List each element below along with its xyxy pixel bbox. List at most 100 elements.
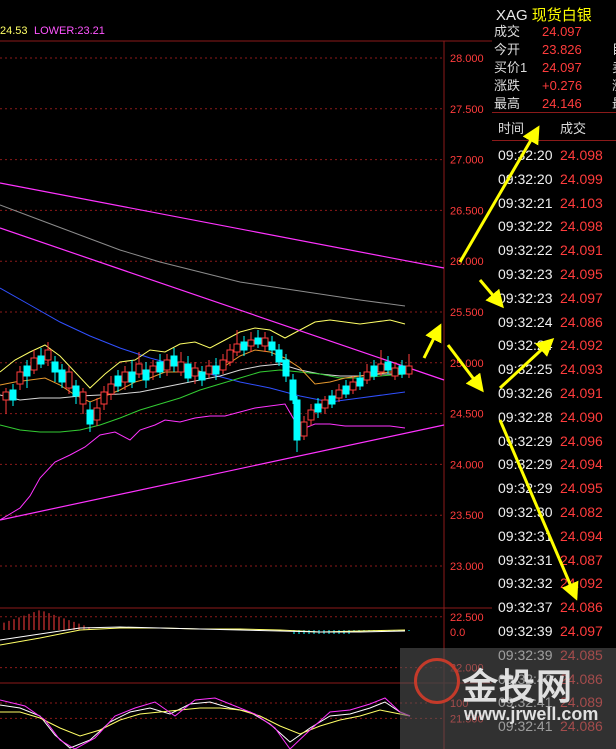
quote-row: 涨跌 +0.276 涨 — [494, 78, 616, 94]
candle-body — [93, 407, 101, 421]
quote-extra: 涨 — [612, 78, 616, 94]
watermark-url: www.jrwell.com — [464, 704, 599, 724]
candle-body — [384, 361, 392, 371]
tick-row[interactable]: 09:32:22 24.091 — [498, 238, 603, 262]
price-axis-labels: 28.000 27.500 27.000 26.500 26.000 25.500 25.0… — [450, 53, 484, 725]
price-axis-label: 28.000 — [450, 53, 484, 65]
tick-row[interactable]: 09:32:23 24.097 — [498, 286, 603, 310]
tick-time: 09:32:30 — [498, 504, 553, 520]
candle-body — [58, 369, 66, 383]
tick-price: 24.082 — [560, 504, 603, 520]
candle-body — [356, 377, 364, 387]
candle-body — [72, 385, 80, 397]
tick-price: 24.094 — [560, 527, 603, 544]
kdj-d-line — [0, 707, 411, 737]
tick-row[interactable]: 09:32:20 24.099 — [498, 167, 603, 191]
candle-body — [335, 389, 343, 399]
candle-body — [282, 359, 290, 377]
tick-row[interactable]: 09:32:32 24.092 — [498, 571, 603, 595]
tick-row[interactable]: 09:32:25 24.093 — [498, 357, 603, 381]
candlestick-chart[interactable]: 24.53 LOWER:23.21 28.000 27.500 27.000 26.5… — [0, 0, 492, 749]
tick-time: 09:32:29 — [498, 456, 553, 473]
price-axis-label: 25.500 — [450, 307, 484, 319]
candle-body — [198, 371, 206, 381]
quote-label: 今开 — [494, 42, 521, 57]
candle-body — [233, 343, 241, 353]
tick-price: 24.091 — [560, 242, 603, 259]
tick-row[interactable]: 09:32:26 24.091 — [498, 381, 603, 405]
quote-panel: XAG现货白银 成交 24.097 今开 23.826 目买价1 24.097 卖涨跌 +0.… — [492, 0, 616, 749]
ma-long-line — [0, 204, 406, 307]
candle-body — [391, 367, 399, 377]
quote-value: 24.097 — [542, 60, 582, 75]
quote-value: 24.146 — [542, 96, 582, 111]
candle-body — [149, 365, 157, 373]
quote-label: 成交 — [494, 24, 521, 39]
quote-value: 24.097 — [542, 24, 582, 39]
candle-body — [2, 391, 10, 401]
tick-price: 24.092 — [560, 575, 603, 592]
candle-body — [16, 371, 24, 385]
price-axis-label: 26.500 — [450, 205, 484, 217]
tick-time: 09:32:24 — [498, 337, 553, 354]
tick-row[interactable]: 09:32:21 24.103 — [498, 191, 603, 215]
tick-time: 09:32:37 — [498, 599, 553, 616]
tick-price: 24.098 — [560, 218, 603, 235]
tick-row[interactable]: 09:32:30 24.082 — [498, 500, 603, 524]
col-header-time: 时间 — [498, 121, 525, 136]
candle-body — [44, 349, 52, 361]
tick-row[interactable]: 09:32:39 24.097 — [498, 619, 603, 643]
quote-label: 最高 — [494, 96, 521, 111]
tick-price: 24.097 — [560, 289, 603, 306]
tick-time: 09:32:22 — [498, 218, 553, 235]
candle-body — [30, 357, 38, 371]
candle-body — [268, 341, 276, 351]
candle-body — [205, 365, 213, 375]
candle-body — [177, 361, 185, 373]
tick-row[interactable]: 09:32:37 24.086 — [498, 595, 603, 619]
candle-body — [107, 383, 115, 395]
tick-time: 09:32:32 — [498, 575, 553, 592]
candle-body — [342, 385, 350, 395]
quote-label: 买价1 — [494, 60, 528, 75]
tick-price: 24.095 — [560, 480, 603, 497]
tick-row[interactable]: 09:32:22 24.098 — [498, 214, 603, 238]
tick-row[interactable]: 09:32:23 24.095 — [498, 262, 603, 286]
candle-body — [321, 399, 329, 409]
tick-time: 09:32:24 — [498, 313, 553, 330]
candle-body — [219, 359, 227, 371]
candle-body — [9, 389, 17, 401]
tick-price: 24.087 — [560, 551, 603, 568]
tick-row[interactable]: 09:32:31 24.087 — [498, 548, 603, 572]
tick-price: 24.094 — [560, 456, 603, 473]
tick-row[interactable]: 09:32:24 24.092 — [498, 333, 603, 357]
tick-row[interactable]: 09:32:28 24.090 — [498, 405, 603, 429]
candle-body — [254, 337, 262, 345]
candle-body — [293, 399, 301, 441]
tick-row[interactable]: 09:32:24 24.086 — [498, 310, 603, 334]
price-axis-label: 23.500 — [450, 510, 484, 522]
tick-row[interactable]: 09:32:29 24.095 — [498, 476, 603, 500]
tick-price: 24.097 — [560, 623, 603, 639]
candle-body — [377, 363, 385, 373]
candle-body — [328, 395, 336, 405]
tick-row[interactable]: 09:32:29 24.096 — [498, 429, 603, 453]
candle-body — [163, 359, 171, 371]
price-axis-label: 24.500 — [450, 409, 484, 421]
symbol-code: XAG — [496, 7, 528, 24]
tick-row[interactable]: 09:32:20 24.098 — [498, 143, 603, 167]
trendline-lower — [0, 424, 445, 521]
tick-time: 09:32:20 — [498, 170, 553, 187]
candle-body — [37, 355, 45, 365]
tick-row[interactable]: 09:32:31 24.094 — [498, 524, 603, 548]
tick-divider — [492, 140, 616, 141]
candle-body — [142, 369, 150, 381]
trend-lines — [0, 182, 445, 521]
candle-body — [212, 365, 220, 375]
tick-time: 09:32:25 — [498, 361, 553, 378]
candle-body — [275, 349, 283, 363]
tick-time: 09:32:29 — [498, 432, 553, 449]
candle-body — [128, 371, 136, 383]
tick-price: 24.096 — [560, 432, 603, 449]
tick-row[interactable]: 09:32:29 24.094 — [498, 452, 603, 476]
